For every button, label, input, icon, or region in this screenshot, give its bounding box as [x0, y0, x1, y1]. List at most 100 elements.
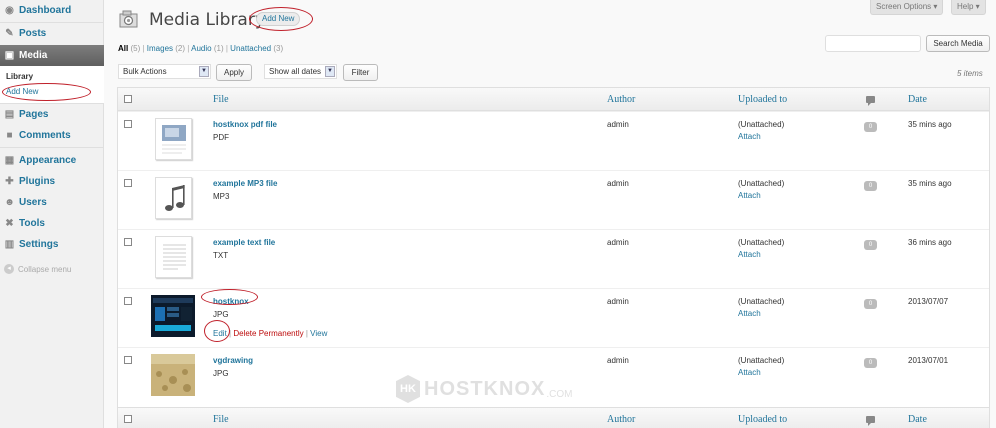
sidebar-item-posts[interactable]: ✎ Posts: [0, 23, 104, 44]
uploaded-to-value: (Unattached): [738, 297, 785, 306]
attach-link[interactable]: Attach: [738, 250, 761, 259]
page-icon: ▤: [4, 109, 15, 120]
filter-all-count: (5): [130, 44, 141, 53]
media-icon: ▣: [4, 50, 15, 61]
file-title-link[interactable]: example MP3 file: [213, 179, 277, 188]
plugin-icon: ✚: [5, 176, 14, 187]
file-author: admin: [607, 356, 629, 365]
search-media-button[interactable]: Search Media: [926, 35, 990, 52]
view-link[interactable]: View: [310, 329, 327, 338]
file-date: 35 mins ago: [908, 120, 952, 129]
filter-unattached-count: (3): [273, 44, 284, 53]
column-file[interactable]: File: [213, 94, 229, 105]
help-tab[interactable]: Help ▾: [951, 0, 986, 15]
watermark-suffix: .COM: [546, 389, 573, 400]
file-date: 2013/07/01: [908, 356, 949, 365]
comment-count-bubble[interactable]: 0: [864, 299, 877, 309]
column-date[interactable]: Date: [908, 94, 927, 105]
select-all-checkbox[interactable]: [124, 415, 132, 423]
row-action-separator: |: [229, 329, 232, 338]
comment-count-bubble[interactable]: 0: [864, 122, 877, 132]
file-extension: TXT: [213, 251, 229, 260]
column-comments-icon[interactable]: [866, 416, 875, 426]
sidebar-item-pages[interactable]: ▤ Pages: [0, 104, 104, 125]
sidebar-item-label: Comments: [19, 130, 71, 141]
row-checkbox[interactable]: [124, 297, 132, 305]
row-checkbox[interactable]: [124, 356, 132, 364]
filter-audio-link[interactable]: Audio: [191, 44, 211, 53]
column-author: Author: [607, 414, 636, 425]
bulk-actions-select[interactable]: Bulk Actions ▼: [118, 64, 211, 79]
sidebar-item-tools[interactable]: ✖ Tools: [0, 213, 104, 234]
page-title: Media Library: [149, 10, 265, 30]
comment-count-bubble[interactable]: 0: [864, 181, 877, 191]
row-actions: Edit | Delete Permanently | View: [213, 329, 327, 338]
column-author: Author: [607, 94, 636, 105]
sidebar-item-users[interactable]: ☻ Users: [0, 192, 104, 213]
attach-link[interactable]: Attach: [738, 309, 761, 318]
comment-count-bubble[interactable]: 0: [864, 240, 877, 250]
column-file[interactable]: File: [213, 414, 229, 425]
delete-permanently-link[interactable]: Delete Permanently: [233, 329, 303, 338]
table-row: hostknox JPG Edit | Delete Permanently |…: [118, 288, 989, 347]
row-checkbox[interactable]: [124, 120, 132, 128]
apply-button[interactable]: Apply: [216, 64, 252, 81]
attach-link[interactable]: Attach: [738, 368, 761, 377]
sidebar-item-settings[interactable]: ▥ Settings: [0, 234, 104, 255]
submenu-item-add-new[interactable]: Add New: [6, 87, 38, 96]
image-thumbnail[interactable]: [151, 295, 195, 337]
filter-button[interactable]: Filter: [343, 64, 378, 81]
row-checkbox[interactable]: [124, 179, 132, 187]
comment-count-bubble[interactable]: 0: [864, 358, 877, 368]
uploaded-to-value: (Unattached): [738, 120, 785, 129]
collapse-menu-label: Collapse menu: [18, 264, 72, 274]
add-new-button[interactable]: Add New: [256, 12, 301, 26]
file-author: admin: [607, 179, 629, 188]
file-title-link[interactable]: hostknox pdf file: [213, 120, 277, 129]
image-thumbnail[interactable]: [151, 354, 195, 396]
sidebar-item-label: Dashboard: [19, 5, 72, 16]
attach-link[interactable]: Attach: [738, 132, 761, 141]
column-uploaded-to[interactable]: Uploaded to: [738, 414, 787, 425]
filter-images-link[interactable]: Images: [147, 44, 173, 53]
row-checkbox[interactable]: [124, 238, 132, 246]
date-filter-value: Show all dates: [269, 67, 322, 76]
media-type-filter-links: All (5) | Images (2) | Audio (1) | Unatt…: [118, 44, 283, 53]
collapse-menu[interactable]: ◂ Collapse menu: [4, 264, 71, 274]
file-title-link[interactable]: example text file: [213, 238, 275, 247]
sidebar-item-label: Plugins: [19, 176, 56, 187]
file-author: admin: [607, 120, 629, 129]
filter-unattached-link[interactable]: Unattached: [230, 44, 271, 53]
file-title-link[interactable]: hostknox: [213, 297, 249, 306]
settings-icon: ▥: [4, 239, 15, 250]
file-title-link[interactable]: vgdrawing: [213, 356, 253, 365]
search-media-input[interactable]: [825, 35, 921, 52]
edit-link[interactable]: Edit: [213, 329, 227, 338]
text-file-thumbnail[interactable]: [155, 236, 192, 278]
column-uploaded-to[interactable]: Uploaded to: [738, 94, 787, 105]
submenu-item-library[interactable]: Library: [6, 72, 33, 81]
sidebar-item-comments[interactable]: ■ Comments: [0, 125, 104, 146]
select-all-checkbox[interactable]: [124, 95, 132, 103]
attach-link[interactable]: Attach: [738, 191, 761, 200]
document-thumbnail[interactable]: [155, 118, 192, 160]
media-submenu: Library Add New: [0, 66, 104, 104]
sidebar-item-plugins[interactable]: ✚ Plugins: [0, 171, 104, 192]
sidebar-item-dashboard[interactable]: ◉ Dashboard: [0, 0, 104, 21]
table-row: hostknox pdf file PDF admin (Unattached)…: [118, 111, 989, 170]
sidebar-item-media[interactable]: ▣ Media: [0, 45, 104, 66]
sidebar-item-appearance[interactable]: ▦ Appearance: [0, 150, 104, 171]
filter-all-link[interactable]: All: [118, 44, 128, 53]
date-filter-select[interactable]: Show all dates ▼: [264, 64, 337, 79]
admin-sidebar: ◉ Dashboard ✎ Posts ▣ Media Library Add …: [0, 0, 104, 428]
audio-file-thumbnail[interactable]: [155, 177, 192, 219]
column-comments-icon[interactable]: [866, 96, 875, 106]
column-date[interactable]: Date: [908, 414, 927, 425]
chevron-down-icon: ▼: [325, 66, 335, 77]
screen-options-tab[interactable]: Screen Options ▾: [870, 0, 944, 15]
filter-audio-count: (1): [213, 44, 224, 53]
file-extension: MP3: [213, 192, 230, 201]
file-date: 36 mins ago: [908, 238, 952, 247]
file-author: admin: [607, 238, 629, 247]
bulk-actions-value: Bulk Actions: [123, 67, 167, 76]
